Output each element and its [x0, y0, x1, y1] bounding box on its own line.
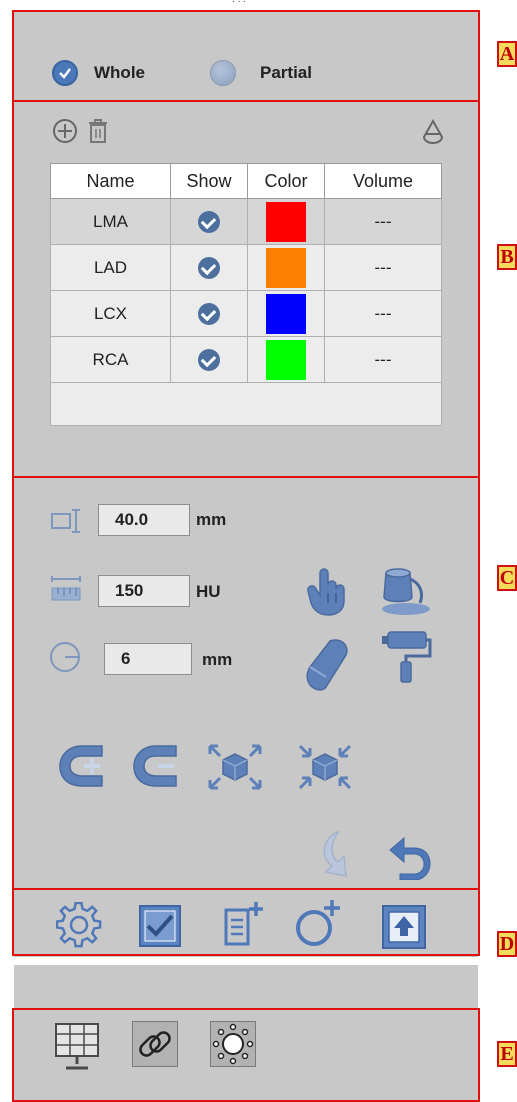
annotation-box-d	[12, 888, 480, 956]
annotation-box-c	[12, 476, 480, 890]
annotation-box-b	[12, 100, 480, 478]
annotation-box-a	[12, 10, 480, 102]
section-tag-c: C	[497, 565, 517, 591]
panel-gap	[14, 957, 478, 965]
section-tag-b: B	[497, 244, 517, 270]
top-dots: ···	[232, 0, 248, 7]
section-tag-d: D	[497, 931, 517, 957]
section-tag-e: E	[497, 1041, 517, 1067]
section-tag-a: A	[497, 41, 517, 67]
annotation-box-e	[12, 1008, 480, 1102]
